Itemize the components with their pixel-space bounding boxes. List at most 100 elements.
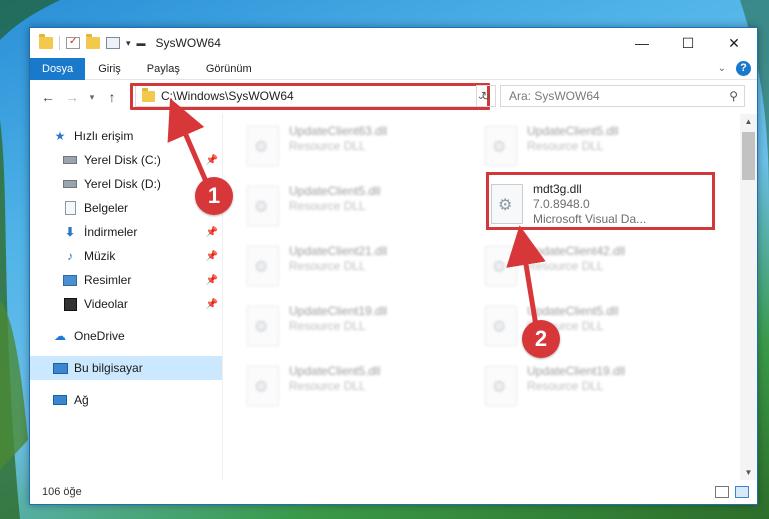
callout-2: 2 [522,320,560,358]
pin-icon[interactable]: 📌 [206,155,218,166]
sidebar-item-label: OneDrive [74,329,125,343]
file-description: Resource DLL [289,259,366,273]
pictures-icon [62,273,78,287]
sidebar-item-label: Belgeler [84,201,129,215]
sidebar-item-label: Yerel Disk (C:) [84,153,161,167]
file-explorer-window: ▾ ▬ SysWOW64 — ☐ ✕ Dosya Giriş Paylaş Gö… [29,27,758,505]
customize-toolbar-icon[interactable]: ▾ [126,38,131,49]
file-tile[interactable]: UpdateClient19.dllResource DLL [485,362,715,414]
ribbon-tabs: Dosya Giriş Paylaş Görünüm ⌄ ? [30,57,757,80]
dll-file-icon [247,306,279,346]
sidebar-item-network[interactable]: Ağ [30,388,222,412]
file-description: Resource DLL [289,199,366,213]
file-name: UpdateClient5.dll [289,184,381,198]
file-tile[interactable]: UpdateClient5.dllResource DLL [485,122,715,174]
recent-locations-chevron-icon[interactable]: ▾ [86,92,98,103]
sidebar-item-downloads[interactable]: ⬇ İndirmeler 📌 [30,220,222,244]
pin-icon[interactable]: 📌 [206,299,218,310]
file-description: Resource DLL [527,139,604,153]
file-description: Resource DLL [289,139,366,153]
properties-icon[interactable] [106,37,120,49]
tab-dosya[interactable]: Dosya [30,57,86,80]
ribbon-right-controls: ⌄ ? [718,61,751,76]
forward-arrow-icon[interactable]: → [62,89,82,105]
new-folder-icon[interactable] [86,34,100,49]
window-title: SysWOW64 [155,36,221,50]
search-input[interactable] [509,89,709,103]
file-name: UpdateClient42.dll [527,244,626,258]
file-name: UpdateClient5.dll [289,364,381,378]
minimize-button[interactable]: — [619,28,665,58]
sidebar-item-label: Videolar [84,297,128,311]
sidebar-item-local-disk-c[interactable]: Yerel Disk (C:) 📌 [30,148,222,172]
status-bar: 106 öğe [30,480,757,504]
sidebar-item-local-disk-d[interactable]: Yerel Disk (D:) [30,172,222,196]
dll-file-icon [485,306,517,346]
scrollbar-thumb[interactable] [742,132,755,180]
folder-icon[interactable] [39,34,53,49]
drive-icon [62,153,78,167]
chevron-down-icon[interactable]: ⌄ [718,63,726,74]
details-view-icon[interactable] [715,486,729,498]
search-icon[interactable]: ⚲ [729,89,738,103]
videos-icon [62,297,78,311]
file-tile[interactable]: UpdateClient42.dllResource DLL [485,242,715,294]
dll-file-icon [485,246,517,286]
back-arrow-icon[interactable]: ← [38,89,58,105]
sidebar-item-documents[interactable]: Belgeler 📌 [30,196,222,220]
file-description: Resource DLL [289,379,366,393]
file-tile[interactable]: UpdateClient21.dllResource DLL [247,242,477,294]
file-name: UpdateClient5.dll [527,304,619,318]
qat-dropdown-icon[interactable]: ▬ [137,38,146,48]
file-name: UpdateClient19.dll [527,364,626,378]
sidebar-item-this-pc[interactable]: Bu bilgisayar [30,356,222,380]
callout-1: 1 [195,177,233,215]
documents-icon [62,201,78,215]
scroll-up-icon[interactable]: ▲ [740,117,757,126]
sidebar-item-videos[interactable]: Videolar 📌 [30,292,222,316]
file-tile[interactable]: UpdateClient5.dllResource DLL [485,302,715,354]
music-icon: ♪ [67,249,73,263]
navigation-bar: ← → ▾ ↑ C:\Windows\SysWOW64 ⌄ ↻ ⚲ [30,80,757,114]
sidebar-item-music[interactable]: ♪ Müzik 📌 [30,244,222,268]
scroll-down-icon[interactable]: ▼ [740,468,757,477]
sidebar-item-quick-access[interactable]: ★ Hızlı erişim [30,124,222,148]
view-switcher [715,486,749,498]
sidebar-item-label: Müzik [84,249,116,263]
sidebar-item-label: Yerel Disk (D:) [84,177,161,191]
file-highlight-box [486,172,715,230]
address-highlight-box [130,83,490,110]
pin-icon[interactable]: 📌 [206,251,218,262]
maximize-button[interactable]: ☐ [665,28,711,58]
refresh-icon[interactable]: ↻ [476,85,496,107]
file-tile[interactable]: UpdateClient19.dllResource DLL [247,302,477,354]
file-list: UpdateClient63.dllResource DLL UpdateCli… [223,114,757,480]
search-box[interactable]: ⚲ [500,85,745,107]
file-tile[interactable]: UpdateClient63.dllResource DLL [247,122,477,174]
file-tile[interactable]: UpdateClient5.dllResource DLL [247,182,477,234]
sidebar-item-label: Hızlı erişim [74,129,134,143]
file-tile[interactable]: UpdateClient5.dllResource DLL [247,362,477,414]
tab-gorunum[interactable]: Görünüm [193,58,265,80]
drive-icon [62,177,78,191]
quick-access-toolbar: ▾ ▬ [30,34,146,50]
sidebar-item-label: Resimler [84,273,132,287]
pin-icon[interactable]: 📌 [206,275,218,286]
network-icon [52,393,68,407]
tab-giris[interactable]: Giriş [85,58,134,80]
file-name: UpdateClient63.dll [289,124,388,138]
properties-check-icon[interactable] [66,36,80,49]
help-icon[interactable]: ? [736,61,751,76]
dll-file-icon [247,186,279,226]
tab-paylas[interactable]: Paylaş [134,58,193,80]
star-icon: ★ [54,129,66,143]
sidebar-item-onedrive[interactable]: ☁ OneDrive [30,324,222,348]
vertical-scrollbar[interactable]: ▲ ▼ [740,114,757,480]
up-arrow-icon[interactable]: ↑ [102,89,122,105]
file-description: Resource DLL [527,379,604,393]
large-icons-view-icon[interactable] [735,486,749,498]
close-button[interactable]: ✕ [711,28,757,58]
sidebar-item-pictures[interactable]: Resimler 📌 [30,268,222,292]
pin-icon[interactable]: 📌 [206,227,218,238]
file-name: UpdateClient5.dll [527,124,619,138]
